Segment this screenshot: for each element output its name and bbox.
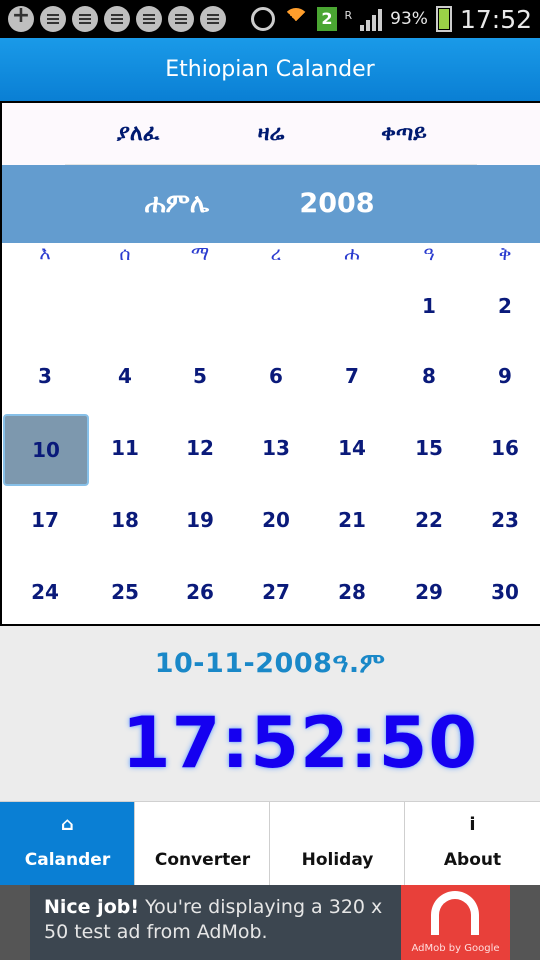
day-cell[interactable]: 5 bbox=[165, 346, 235, 406]
message-icon bbox=[168, 6, 194, 32]
day-cell[interactable]: 18 bbox=[90, 490, 160, 550]
day-cell[interactable]: 21 bbox=[317, 490, 387, 550]
admob-logo: AdMob by Google bbox=[401, 885, 510, 960]
day-cell[interactable]: 7 bbox=[317, 346, 387, 406]
sim-badge: 2 bbox=[317, 7, 337, 31]
tab-about[interactable]: i About bbox=[405, 802, 540, 886]
admob-brand: AdMob by Google bbox=[411, 943, 500, 954]
day-cell[interactable]: 25 bbox=[90, 562, 160, 622]
weekday-label: ማ bbox=[190, 243, 210, 265]
home-icon: ⌂ bbox=[61, 814, 74, 835]
ad-headline: Nice job! bbox=[44, 896, 140, 918]
day-cell[interactable]: 6 bbox=[241, 346, 311, 406]
tab-calander[interactable]: ⌂ Calander bbox=[0, 802, 135, 886]
roaming-indicator: R bbox=[344, 8, 353, 22]
message-icon bbox=[104, 6, 130, 32]
day-cell[interactable]: 22 bbox=[394, 490, 464, 550]
calendar-panel: ያለፈ ዛሬ ቀጣይ ሐምሌ 2008 እሰማረሐዓቅ 1 2 3 4 5 6 7 8 9 10 1… bbox=[0, 101, 540, 626]
weekday-label: እ bbox=[39, 243, 51, 265]
day-cell[interactable]: 28 bbox=[317, 562, 387, 622]
admob-logo-icon bbox=[431, 891, 479, 935]
year-label: 2008 bbox=[299, 188, 375, 219]
digital-clock: 17:52:50 bbox=[121, 702, 479, 784]
system-icons: 2 R 93% 17:52 bbox=[251, 5, 532, 34]
tab-label: Holiday bbox=[301, 850, 374, 870]
tab-holiday[interactable]: Holiday bbox=[270, 802, 405, 886]
day-cell[interactable]: 11 bbox=[90, 418, 160, 478]
day-cell[interactable]: 20 bbox=[241, 490, 311, 550]
app-title: Ethiopian Calander bbox=[165, 57, 375, 82]
day-cell[interactable]: 1 bbox=[394, 276, 464, 336]
wifi-icon bbox=[283, 8, 310, 34]
notification-icons bbox=[8, 3, 226, 32]
weekday-label: ዓ bbox=[423, 243, 435, 265]
day-cell[interactable]: 15 bbox=[394, 418, 464, 478]
day-cell[interactable]: 3 bbox=[10, 346, 80, 406]
add-notification-icon bbox=[8, 3, 34, 32]
day-cell[interactable]: 24 bbox=[10, 562, 80, 622]
tab-label: Calander bbox=[24, 850, 111, 870]
month-name: ሐምሌ bbox=[144, 189, 210, 219]
signal-icon bbox=[360, 7, 383, 31]
day-cell[interactable]: 19 bbox=[165, 490, 235, 550]
status-bar: 2 R 93% 17:52 bbox=[0, 0, 540, 38]
day-cell[interactable]: 23 bbox=[470, 490, 540, 550]
today-button[interactable]: ዛሬ bbox=[211, 103, 331, 165]
day-grid: 1 2 3 4 5 6 7 8 9 10 11 12 13 14 15 16 17 18 19 20 21 22 23 24 2… bbox=[2, 273, 540, 626]
day-cell[interactable]: 2 bbox=[470, 276, 540, 336]
battery-percent: 93% bbox=[390, 9, 428, 29]
date-time-panel: 10-11-2008ዓ.ም 17:52:50 bbox=[0, 626, 540, 801]
tab-converter[interactable]: Converter bbox=[135, 802, 270, 886]
day-cell[interactable]: 17 bbox=[10, 490, 80, 550]
day-cell[interactable]: 29 bbox=[394, 562, 464, 622]
previous-month-button[interactable]: ያለፈ bbox=[65, 103, 211, 165]
selected-day-cell[interactable]: 10 bbox=[3, 414, 89, 486]
day-cell[interactable]: 13 bbox=[241, 418, 311, 478]
battery-icon bbox=[435, 6, 452, 32]
status-clock: 17:52 bbox=[459, 4, 532, 34]
current-date: 10-11-2008ዓ.ም bbox=[154, 648, 386, 679]
day-cell[interactable]: 30 bbox=[470, 562, 540, 622]
day-cell[interactable]: 9 bbox=[470, 346, 540, 406]
day-cell[interactable]: 14 bbox=[317, 418, 387, 478]
bottom-tab-bar: ⌂ Calander Converter Holiday i About bbox=[0, 801, 540, 886]
ad-area: Nice job! You're displaying a 320 x 50 t… bbox=[0, 885, 540, 960]
message-icon bbox=[200, 6, 226, 32]
weekday-label: ረ bbox=[270, 243, 282, 265]
message-icon bbox=[136, 6, 162, 32]
weekday-label: ቅ bbox=[498, 243, 512, 265]
ad-text: Nice job! You're displaying a 320 x 50 t… bbox=[44, 895, 404, 945]
day-cell[interactable]: 8 bbox=[394, 346, 464, 406]
app-bar: Ethiopian Calander bbox=[0, 38, 540, 101]
day-cell[interactable]: 12 bbox=[165, 418, 235, 478]
alarm-icon bbox=[251, 7, 276, 31]
day-cell[interactable]: 26 bbox=[165, 562, 235, 622]
day-cell[interactable]: 27 bbox=[241, 562, 311, 622]
day-cell[interactable]: 4 bbox=[90, 346, 160, 406]
next-month-button[interactable]: ቀጣይ bbox=[331, 103, 477, 165]
tab-label: Converter bbox=[154, 850, 251, 870]
weekday-label: ሐ bbox=[344, 243, 360, 265]
ad-banner[interactable]: Nice job! You're displaying a 320 x 50 t… bbox=[30, 885, 510, 960]
day-cell[interactable]: 16 bbox=[470, 418, 540, 478]
weekday-label: ሰ bbox=[119, 243, 131, 265]
message-icon bbox=[72, 6, 98, 32]
calendar-nav: ያለፈ ዛሬ ቀጣይ bbox=[2, 103, 540, 165]
info-icon: i bbox=[469, 814, 476, 835]
message-icon bbox=[40, 6, 66, 32]
weekday-header: እሰማረሐዓቅ bbox=[2, 243, 540, 273]
tab-label: About bbox=[443, 850, 502, 870]
month-year-bar: ሐምሌ 2008 bbox=[2, 165, 540, 243]
